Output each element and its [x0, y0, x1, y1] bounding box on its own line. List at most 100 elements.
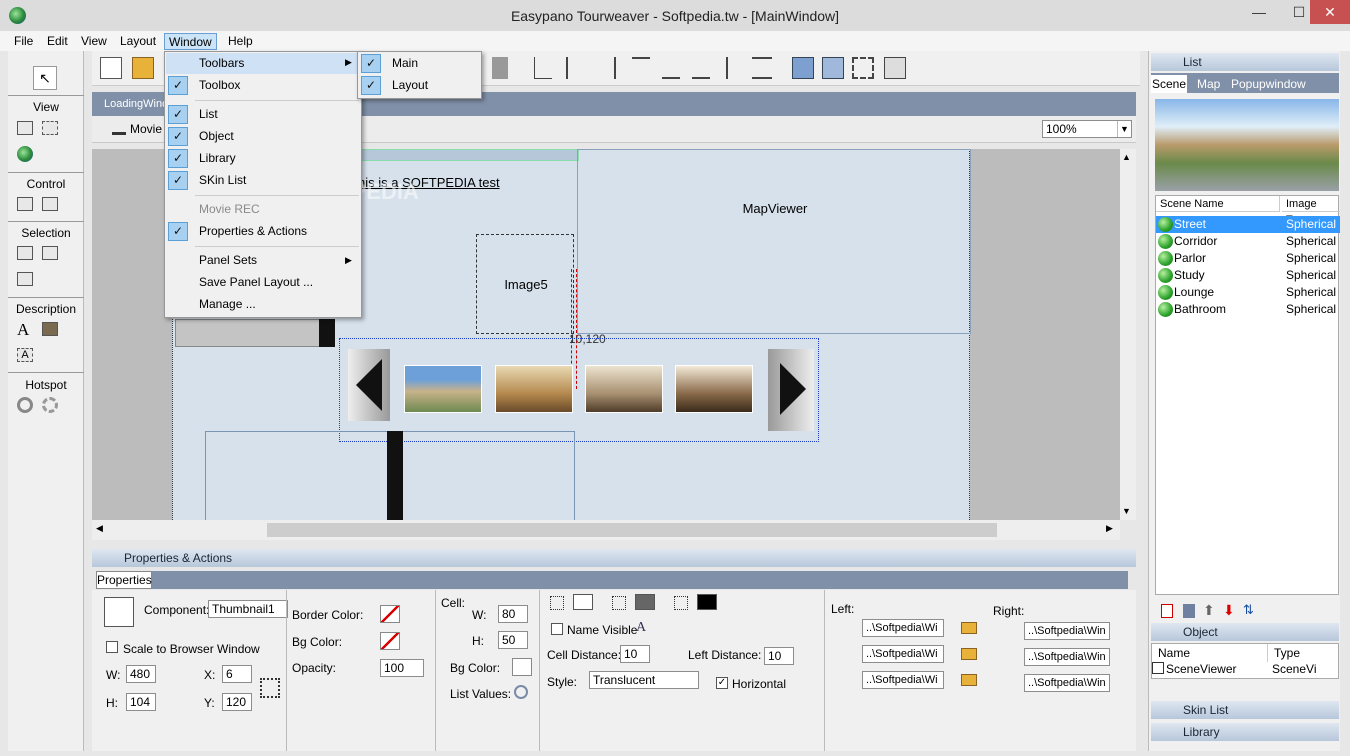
cursor-hover-icon[interactable] [612, 596, 626, 610]
scene-row-corridor[interactable]: Corridor [1174, 233, 1217, 250]
h-field[interactable]: 104 [126, 693, 156, 711]
menu-list[interactable]: ✓ List [166, 104, 218, 125]
menu-window[interactable]: Window [164, 33, 217, 50]
align-left-icon[interactable] [534, 57, 552, 79]
delete-icon[interactable] [1183, 604, 1195, 618]
menu-panel-sets[interactable]: Panel Sets [166, 250, 257, 271]
menu-toolbars[interactable]: Toolbars [166, 53, 360, 74]
minimize-button[interactable]: — [1240, 0, 1278, 24]
tab-scene[interactable]: Scene [1151, 75, 1187, 93]
menu-layout[interactable]: Layout [116, 33, 160, 50]
select-tool-icon[interactable]: ↖ [33, 66, 57, 90]
library-header[interactable]: Library [1151, 723, 1339, 741]
cursor-click-icon[interactable] [674, 596, 688, 610]
col-image-type[interactable]: Image Type [1282, 196, 1340, 226]
right-path-1[interactable]: ..\Softpedia\Win [1024, 622, 1110, 640]
properties-panel-header[interactable]: Properties & Actions [92, 549, 1136, 567]
zoom-select[interactable]: 100% ▼ [1042, 120, 1132, 138]
tab-map[interactable]: Map [1197, 77, 1220, 91]
cell-h-field[interactable]: 50 [498, 631, 528, 649]
menu-edit[interactable]: Edit [43, 33, 72, 50]
move-up-icon[interactable]: ⬆ [1203, 602, 1215, 619]
thumbnail-icon[interactable] [17, 246, 33, 260]
image-viewer-icon[interactable] [42, 121, 58, 135]
thumbnail-corridor[interactable] [495, 365, 573, 413]
menu-save-panel-layout[interactable]: Save Panel Layout ... [166, 272, 313, 293]
next-arrow-button[interactable] [768, 349, 814, 431]
col-object-name[interactable]: Name [1152, 644, 1268, 662]
left-distance-field[interactable]: 10 [764, 647, 794, 665]
horizontal-checkbox[interactable]: ✓ [716, 677, 728, 689]
list-icon[interactable] [42, 246, 58, 260]
y-field[interactable]: 120 [222, 693, 252, 711]
normal-color-swatch[interactable] [573, 594, 593, 610]
border-color-swatch[interactable] [380, 605, 400, 623]
folder-icon[interactable] [961, 622, 977, 634]
same-width-icon[interactable] [726, 57, 742, 79]
left-path-1[interactable]: ..\Softpedia\Wi [862, 619, 944, 637]
textbox-tool-icon[interactable]: A [17, 348, 33, 362]
align-middle-icon[interactable] [662, 57, 680, 79]
polygon-hotspot-icon[interactable] [42, 397, 58, 413]
object-panel-header[interactable]: Object [1151, 623, 1339, 641]
grid-icon[interactable] [884, 57, 906, 79]
menu-view[interactable]: View [77, 33, 111, 50]
close-button[interactable]: ✕ [1310, 0, 1350, 24]
right-path-2[interactable]: ..\Softpedia\Win [1024, 648, 1110, 666]
scene-row-study[interactable]: Study [1174, 267, 1205, 284]
skin-list-header[interactable]: Skin List [1151, 701, 1339, 719]
col-object-type[interactable]: Type [1270, 644, 1330, 662]
scene-row-street[interactable]: Street [1174, 216, 1206, 233]
align-center-icon[interactable] [566, 57, 576, 79]
scene-row-bathroom[interactable]: Bathroom [1174, 301, 1226, 318]
list-panel-header[interactable]: List [1151, 53, 1339, 71]
menu-toolbox[interactable]: ✓ Toolbox [166, 75, 240, 96]
open-folder-icon[interactable] [132, 57, 154, 79]
menu-manage[interactable]: Manage ... [166, 294, 256, 315]
folder-icon[interactable] [961, 648, 977, 660]
image5[interactable]: Image5 [476, 234, 574, 334]
canvas-vscroll[interactable]: ▲ ▼ [1120, 149, 1136, 520]
image-tool-icon[interactable] [42, 322, 58, 336]
thumbnail-study[interactable] [675, 365, 753, 413]
mapviewer[interactable]: MapViewer [577, 149, 971, 334]
menu-help[interactable]: Help [224, 33, 257, 50]
submenu-layout[interactable]: ✓ Layout [359, 75, 428, 96]
click-color-swatch[interactable] [697, 594, 717, 610]
left-path-2[interactable]: ..\Softpedia\Wi [862, 645, 944, 663]
scene-row-parlor[interactable]: Parlor [1174, 250, 1206, 267]
bg-color-swatch[interactable] [380, 632, 400, 650]
font-icon[interactable]: A [636, 620, 646, 636]
x-field[interactable]: 6 [222, 665, 252, 683]
submenu-main[interactable]: ✓ Main [359, 53, 418, 74]
move-down-icon[interactable]: ⬇ [1223, 602, 1235, 619]
menu-skin-list[interactable]: ✓ SKin List [166, 170, 246, 191]
scene-viewer-icon[interactable] [17, 121, 33, 135]
style-select[interactable]: Translucent [589, 671, 699, 689]
list-values-icon[interactable] [514, 685, 528, 699]
hotspot-icon[interactable] [17, 397, 33, 413]
cursor-normal-icon[interactable] [550, 596, 564, 610]
hscroll-thumb[interactable] [267, 523, 997, 537]
globe-icon[interactable] [17, 146, 33, 162]
align-right-icon[interactable] [598, 57, 616, 79]
new-file-icon[interactable] [100, 57, 122, 79]
menu-object[interactable]: ✓ Object [166, 126, 234, 147]
sort-icon[interactable]: ⇅ [1243, 602, 1254, 618]
scale-checkbox[interactable] [106, 641, 118, 653]
align-top-icon[interactable] [632, 57, 650, 79]
component-field[interactable]: Thumbnail1 [208, 600, 288, 618]
publish-icon[interactable] [492, 57, 508, 79]
object-row-name[interactable]: SceneViewer [1166, 661, 1237, 678]
bring-front-icon[interactable] [792, 57, 814, 79]
cell-distance-field[interactable]: 10 [620, 645, 650, 663]
col-scene-name[interactable]: Scene Name [1156, 196, 1280, 212]
menu-properties-actions[interactable]: ✓ Properties & Actions [166, 221, 307, 242]
tab-popupwindow[interactable]: Popupwindow [1231, 77, 1306, 91]
align-bottom-icon[interactable] [692, 57, 710, 79]
prev-arrow-button[interactable] [348, 349, 390, 421]
add-scene-icon[interactable] [1161, 604, 1173, 618]
right-path-3[interactable]: ..\Softpedia\Win [1024, 674, 1110, 692]
scene-row-lounge[interactable]: Lounge [1174, 284, 1214, 301]
hover-color-swatch[interactable] [635, 594, 655, 610]
